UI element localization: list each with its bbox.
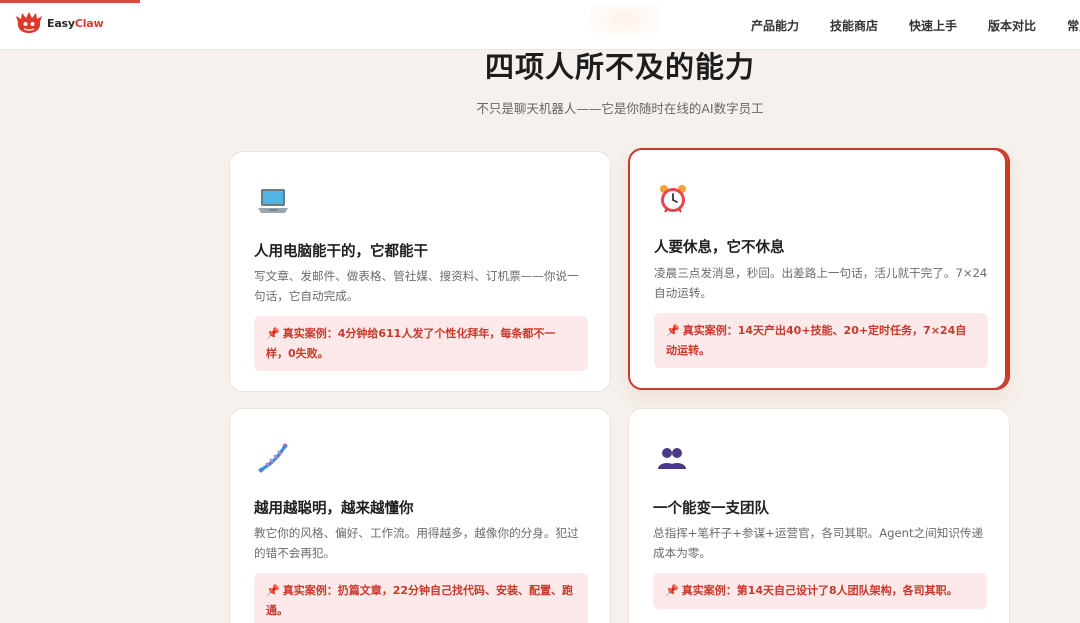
card-description: 凌晨三点发消息，秒回。出差路上一句话，活儿就干完了。7×24自动运转。 — [654, 266, 988, 300]
case-study-text: 真实案例：第14天自己设计了8人团队架构，各司其职。 — [681, 584, 958, 597]
nav-item-product-capabilities[interactable]: 产品能力 — [751, 17, 799, 34]
page: EasyClaw 产品能力 技能商店 快速上手 版本对比 常见 四项人所不及的能… — [0, 0, 1080, 623]
pin-icon: 📌 — [666, 324, 680, 337]
case-study-box: 📌 真实案例：第14天自己设计了8人团队架构，各司其职。 — [653, 573, 987, 609]
pin-icon: 📌 — [266, 584, 280, 597]
capability-card-nonstop[interactable]: 人要休息，它不休息 凌晨三点发消息，秒回。出差路上一句话，活儿就干完了。7×24… — [628, 148, 1010, 390]
case-study-box: 📌 真实案例：4分钟给611人发了个性化拜年，每条都不一样，0失败。 — [254, 316, 588, 371]
decorative-glow — [590, 4, 660, 34]
claw-logo-icon — [15, 12, 43, 34]
pin-icon: 📌 — [665, 584, 679, 597]
dna-icon — [256, 441, 290, 475]
case-study-box: 📌 真实案例：扔篇文章，22分钟自己找代码、安装、配置、跑通。 — [254, 573, 588, 623]
capability-card-computer[interactable]: 人用电脑能干的，它都能干 写文章、发邮件、做表格、管社媒、搜资料、订机票——你说… — [229, 151, 611, 392]
main-nav: 产品能力 技能商店 快速上手 版本对比 常见 — [751, 17, 1080, 34]
card-title: 一个能变一支团队 — [653, 501, 769, 517]
nav-item-skill-store[interactable]: 技能商店 — [830, 17, 878, 34]
alarm-clock-icon — [656, 182, 690, 216]
scroll-progress-bar — [0, 0, 140, 3]
card-title: 人用电脑能干的，它都能干 — [254, 244, 428, 260]
top-nav-bar: EasyClaw 产品能力 技能商店 快速上手 版本对比 常见 — [0, 0, 1080, 50]
case-study-text: 真实案例：14天产出40+技能、20+定时任务，7×24自动运转。 — [666, 324, 967, 357]
case-study-text: 真实案例：扔篇文章，22分钟自己找代码、安装、配置、跑通。 — [266, 584, 574, 617]
card-description: 写文章、发邮件、做表格、管社媒、搜资料、订机票——你说一句话，它自动完成。 — [254, 269, 579, 303]
capability-card-learning[interactable]: 越用越聪明，越来越懂你 教它你的风格、偏好、工作流。用得越多，越像你的分身。犯过… — [229, 408, 611, 623]
card-description: 总指挥+笔杆子+参谋+运营官，各司其职。Agent之间知识传递成本为零。 — [653, 526, 984, 560]
case-study-text: 真实案例：4分钟给611人发了个性化拜年，每条都不一样，0失败。 — [266, 327, 556, 360]
card-title: 越用越聪明，越来越懂你 — [254, 501, 414, 517]
team-icon — [655, 441, 689, 475]
brand-logo-link[interactable]: EasyClaw — [15, 12, 104, 34]
case-study-box: 📌 真实案例：14天产出40+技能、20+定时任务，7×24自动运转。 — [654, 313, 988, 368]
nav-item-version-compare[interactable]: 版本对比 — [988, 17, 1036, 34]
laptop-icon — [256, 184, 290, 218]
pin-icon: 📌 — [266, 327, 280, 340]
nav-item-faq[interactable]: 常见 — [1067, 17, 1080, 34]
capability-card-team[interactable]: 一个能变一支团队 总指挥+笔杆子+参谋+运营官，各司其职。Agent之间知识传递… — [628, 408, 1010, 623]
card-title: 人要休息，它不休息 — [654, 240, 785, 256]
section-title: 四项人所不及的能力 — [484, 50, 755, 84]
nav-item-quick-start[interactable]: 快速上手 — [909, 17, 957, 34]
brand-name: EasyClaw — [47, 16, 104, 30]
card-description: 教它你的风格、偏好、工作流。用得越多，越像你的分身。犯过的错不会再犯。 — [254, 526, 579, 560]
section-subtitle: 不只是聊天机器人——它是你随时在线的AI数字员工 — [476, 101, 764, 116]
